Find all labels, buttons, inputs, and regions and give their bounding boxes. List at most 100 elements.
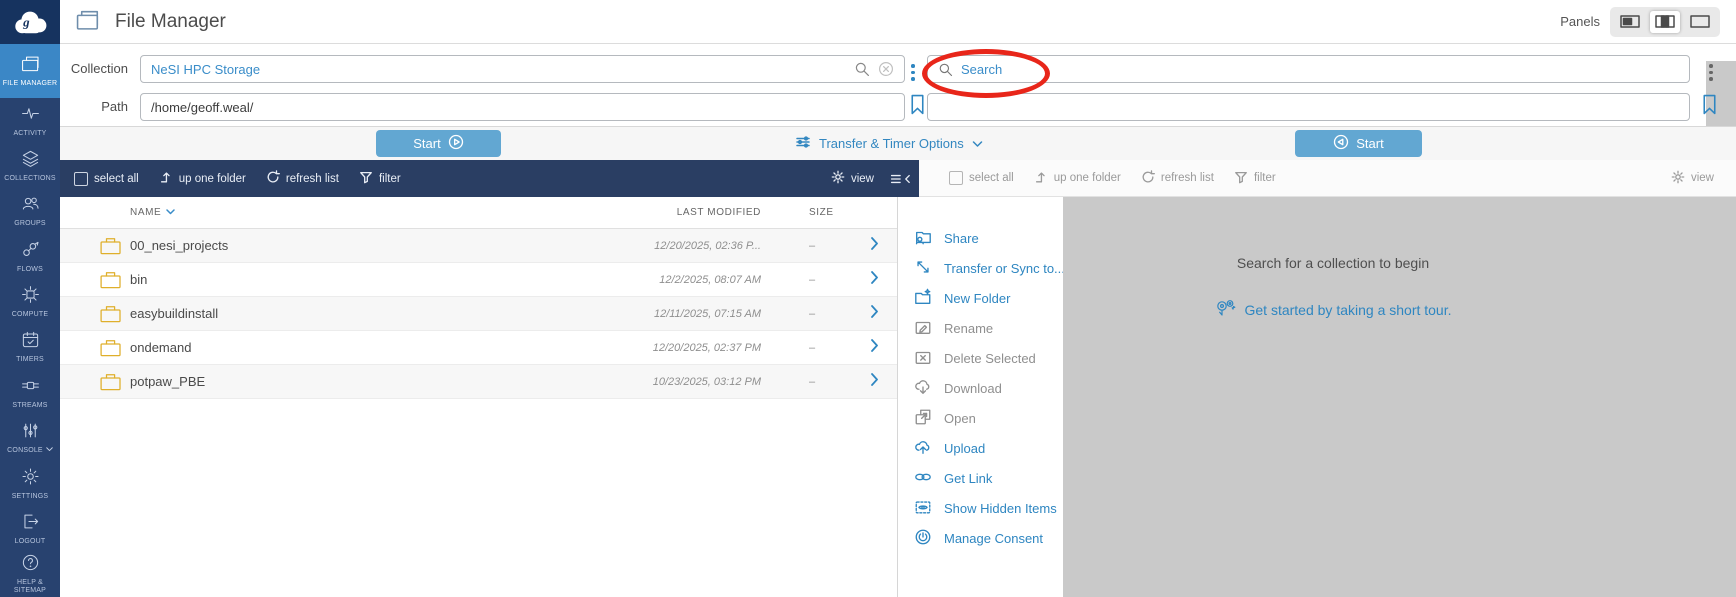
row-chevron-icon[interactable] <box>870 338 879 357</box>
select-all-checkbox[interactable]: select all <box>949 171 1014 185</box>
column-size[interactable]: SIZE <box>777 207 852 218</box>
checkbox-icon <box>949 171 963 185</box>
right-path-value[interactable] <box>938 99 1679 115</box>
refresh-list-button[interactable]: refresh list <box>266 170 339 187</box>
transfer-timer-options[interactable]: Transfer & Timer Options <box>795 127 983 160</box>
left-collection-value[interactable] <box>151 61 846 77</box>
collection-label: Collection <box>70 61 128 76</box>
flows-icon <box>21 240 40 262</box>
menu-item-upload[interactable]: Upload <box>898 433 1063 463</box>
folder-icon <box>100 271 122 289</box>
sidebar-item-groups[interactable]: GROUPS <box>0 189 60 234</box>
start-label: Start <box>1356 136 1384 151</box>
right-path-input[interactable] <box>927 93 1690 121</box>
sidebar-item-settings[interactable]: SETTINGS <box>0 461 60 506</box>
sidebar-item-label: COLLECTIONS <box>4 175 56 183</box>
sidebar-item-label: COMPUTE <box>11 311 49 319</box>
file-manager-icon <box>76 8 103 36</box>
up-one-folder-button[interactable]: up one folder <box>159 170 246 187</box>
menu-item-delete-selected[interactable]: Delete Selected <box>898 343 1063 373</box>
right-collection-search-input[interactable]: Search <box>927 55 1690 83</box>
sidebar-item-flows[interactable]: FLOWS <box>0 234 60 279</box>
row-chevron-icon[interactable] <box>870 236 879 255</box>
left-bookmark-icon[interactable] <box>910 94 925 120</box>
sidebar-item-label: LOGOUT <box>14 537 46 545</box>
funnel-icon <box>1234 170 1248 187</box>
sidebar-item-label: FILE MANAGER <box>2 80 58 87</box>
single-panel-button[interactable] <box>1615 11 1645 33</box>
menu-item-rename[interactable]: Rename <box>898 313 1063 343</box>
row-chevron-icon[interactable] <box>870 304 879 323</box>
menu-item-manage-consent[interactable]: Manage Consent <box>898 523 1063 553</box>
row-chevron-icon[interactable] <box>870 372 879 391</box>
chip-icon <box>21 285 40 307</box>
sidebar-item-label: FLOWS <box>17 265 43 273</box>
left-path-input[interactable] <box>140 93 905 121</box>
sidebar-item-streams[interactable]: STREAMS <box>0 370 60 415</box>
globus-logo[interactable]: g <box>0 0 60 44</box>
select-all-checkbox[interactable]: select all <box>74 171 139 186</box>
menu-item-download[interactable]: Download <box>898 373 1063 403</box>
row-chevron-icon[interactable] <box>870 270 879 289</box>
sidebar-item-file-manager[interactable]: FILE MANAGER <box>0 44 60 98</box>
left-path-value[interactable] <box>151 99 894 115</box>
sidebar-item-console[interactable]: CONSOLE <box>0 416 60 461</box>
sidebar-item-label: GROUPS <box>14 220 46 228</box>
collection-path-region: Collection Search Path <box>60 44 1736 467</box>
menu-item-show-hidden-items[interactable]: Show Hidden Items <box>898 493 1063 523</box>
sidebar-item-help-sitemap[interactable]: HELP & SITEMAP <box>0 552 60 597</box>
tour-link[interactable]: Get started by taking a short tour. <box>1063 297 1603 322</box>
folder-icon <box>21 54 40 76</box>
path-label: Path <box>101 99 128 114</box>
search-icon[interactable] <box>854 61 870 77</box>
table-row[interactable]: easybuildinstall 12/11/2025, 07:15 AM – <box>60 297 897 331</box>
right-empty-panel: Search for a collection to begin Get sta… <box>1063 197 1736 597</box>
page-title: File Manager <box>115 10 226 32</box>
table-row[interactable]: ondemand 12/20/2025, 02:37 PM – <box>60 331 897 365</box>
clear-collection-icon[interactable] <box>878 61 894 77</box>
menu-item-transfer-or-sync[interactable]: Transfer or Sync to... <box>898 253 1065 283</box>
filter-button[interactable]: filter <box>1234 170 1276 187</box>
view-button[interactable]: view <box>831 170 874 187</box>
table-row[interactable]: bin 12/2/2025, 08:07 AM – <box>60 263 897 297</box>
layers-icon <box>21 149 40 171</box>
view-button[interactable]: view <box>1671 170 1714 187</box>
menu-item-get-link[interactable]: Get Link <box>898 463 1063 493</box>
new-folder-icon <box>914 288 932 309</box>
refresh-list-button[interactable]: refresh list <box>1141 169 1214 187</box>
right-start-button[interactable]: Start <box>1295 130 1422 157</box>
table-row[interactable]: potpaw_PBE 10/23/2025, 03:12 PM – <box>60 365 897 399</box>
filter-button[interactable]: filter <box>359 170 401 187</box>
sidebar-item-collections[interactable]: COLLECTIONS <box>0 143 60 188</box>
left-start-button[interactable]: Start <box>376 130 501 157</box>
column-last-modified[interactable]: LAST MODIFIED <box>677 207 777 218</box>
detail-panel-button[interactable] <box>1685 11 1715 33</box>
refresh-icon <box>266 170 280 187</box>
chevron-down-icon <box>972 136 983 151</box>
folder-icon <box>100 373 122 391</box>
column-name[interactable]: NAME <box>130 207 647 218</box>
collapse-panel-button[interactable] <box>888 173 911 185</box>
sidebar-item-label: TIMERS <box>16 356 44 364</box>
right-bookmark-icon[interactable] <box>1702 94 1717 120</box>
sidebar-item-timers[interactable]: TIMERS <box>0 325 60 370</box>
menu-item-new-folder[interactable]: New Folder <box>898 283 1063 313</box>
sidebar-item-compute[interactable]: COMPUTE <box>0 279 60 324</box>
sliders-icon <box>21 421 40 443</box>
activity-icon <box>21 104 40 126</box>
transfer-action-bar: Start Transfer & Timer Options Start <box>60 126 1736 160</box>
sidebar-item-activity[interactable]: ACTIVITY <box>0 98 60 143</box>
table-row[interactable]: 00_nesi_projects 12/20/2025, 02:36 P... … <box>60 229 897 263</box>
sidebar-item-label: CONSOLE <box>7 447 43 455</box>
eye-icon <box>914 498 932 519</box>
chevron-down-icon <box>46 447 53 455</box>
file-list-header: NAME LAST MODIFIED SIZE <box>60 197 897 229</box>
left-collection-input[interactable] <box>140 55 905 83</box>
dual-panel-button[interactable] <box>1650 10 1680 33</box>
up-one-folder-button[interactable]: up one folder <box>1034 170 1121 187</box>
up-arrow-icon <box>159 170 173 187</box>
left-collection-menu-dots[interactable] <box>908 61 918 84</box>
menu-item-share[interactable]: Share <box>898 223 1063 253</box>
menu-item-open[interactable]: Open <box>898 403 1063 433</box>
sidebar-item-logout[interactable]: LOGOUT <box>0 506 60 551</box>
